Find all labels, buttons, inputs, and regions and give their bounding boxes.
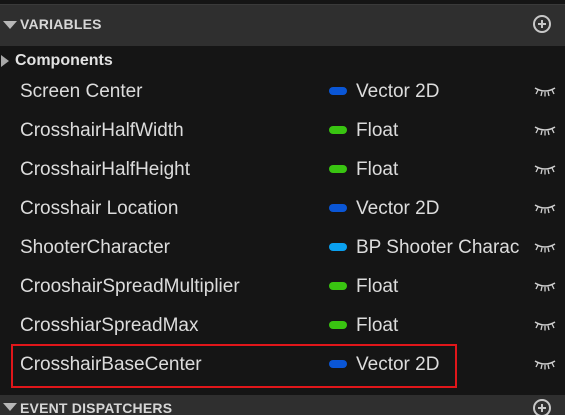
my-blueprint-panel: VARIABLES Components Screen Center Vector… xyxy=(0,0,565,415)
variable-type[interactable]: Vector 2D xyxy=(356,354,522,376)
add-variable-icon[interactable] xyxy=(533,15,551,33)
type-color-pill[interactable] xyxy=(329,87,347,95)
variable-name: CrosshairBaseCenter xyxy=(20,354,202,375)
variable-type[interactable]: Float xyxy=(356,276,522,298)
category-components[interactable]: Components xyxy=(0,48,565,74)
variable-type[interactable]: Vector 2D xyxy=(356,198,522,220)
eye-closed-icon[interactable] xyxy=(534,123,556,137)
eye-closed-icon[interactable] xyxy=(534,84,556,98)
variable-name: CrosshiarSpreadMax xyxy=(20,315,199,336)
type-color-pill[interactable] xyxy=(329,360,347,368)
type-color-pill[interactable] xyxy=(329,204,347,212)
type-color-pill[interactable] xyxy=(329,321,347,329)
variable-row[interactable]: CrosshairHalfWidth Float xyxy=(0,111,565,150)
variable-name: CrooshairSpreadMultiplier xyxy=(20,276,240,297)
event-dispatchers-section-title: EVENT DISPATCHERS xyxy=(20,400,173,415)
eye-closed-icon[interactable] xyxy=(534,318,556,332)
variable-row[interactable]: Crosshair Location Vector 2D xyxy=(0,189,565,228)
type-color-pill[interactable] xyxy=(329,282,347,290)
chevron-down-icon[interactable] xyxy=(3,21,17,29)
eye-closed-icon[interactable] xyxy=(534,201,556,215)
event-dispatchers-section-header[interactable]: EVENT DISPATCHERS xyxy=(0,395,565,415)
variable-row[interactable]: ShooterCharacter BP Shooter Charac xyxy=(0,228,565,267)
variable-row[interactable]: CrosshiarSpreadMax Float xyxy=(0,306,565,345)
eye-closed-icon[interactable] xyxy=(534,279,556,293)
eye-closed-icon[interactable] xyxy=(534,162,556,176)
variable-name: CrosshairHalfWidth xyxy=(20,120,184,141)
type-color-pill[interactable] xyxy=(329,165,347,173)
variable-name: Crosshair Location xyxy=(20,198,179,219)
variable-type[interactable]: Float xyxy=(356,315,522,337)
chevron-down-icon[interactable] xyxy=(3,403,17,411)
variable-row[interactable]: CrosshairBaseCenter Vector 2D xyxy=(0,345,565,384)
variable-type[interactable]: Float xyxy=(356,120,522,142)
variables-section-title: VARIABLES xyxy=(20,16,102,32)
variable-name: ShooterCharacter xyxy=(20,237,170,258)
variable-type[interactable]: Vector 2D xyxy=(356,81,522,103)
add-event-dispatcher-icon[interactable] xyxy=(533,399,551,415)
eye-closed-icon[interactable] xyxy=(534,357,556,371)
eye-closed-icon[interactable] xyxy=(534,240,556,254)
variable-type[interactable]: Float xyxy=(356,159,522,181)
variable-row[interactable]: Screen Center Vector 2D xyxy=(0,72,565,111)
type-color-pill[interactable] xyxy=(329,126,347,134)
variable-name: CrosshairHalfHeight xyxy=(20,159,191,180)
variable-row[interactable]: CrosshairHalfHeight Float xyxy=(0,150,565,189)
type-color-pill[interactable] xyxy=(329,243,347,251)
variable-type[interactable]: BP Shooter Charac xyxy=(356,237,522,259)
variable-row[interactable]: CrooshairSpreadMultiplier Float xyxy=(0,267,565,306)
category-label: Components xyxy=(15,52,113,69)
chevron-right-icon[interactable] xyxy=(1,55,9,67)
variables-section-header[interactable]: VARIABLES xyxy=(0,4,565,46)
variable-name: Screen Center xyxy=(20,81,143,102)
